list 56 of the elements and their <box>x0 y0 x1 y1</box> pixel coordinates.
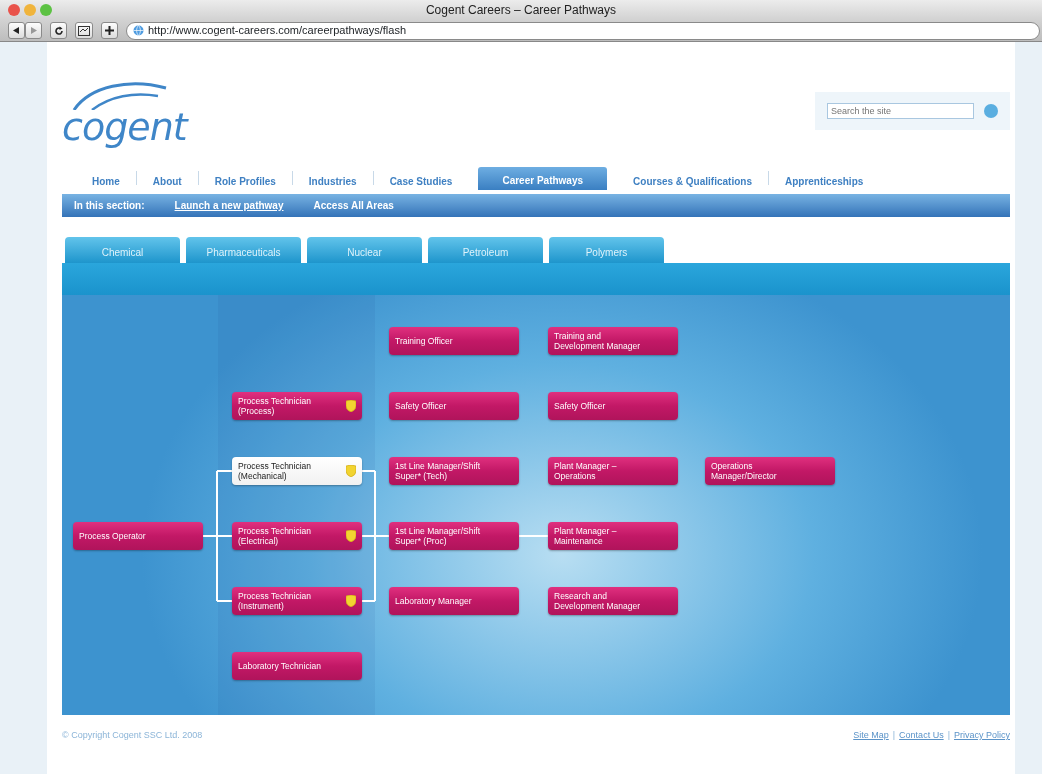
pathway-node[interactable]: Process Operator <box>73 522 203 550</box>
industry-tab[interactable]: Pharmaceuticals <box>186 237 301 263</box>
connector-line <box>518 535 549 537</box>
window-icon <box>78 25 90 36</box>
pathway-node[interactable]: Laboratory Manager <box>389 587 519 615</box>
globe-icon <box>133 25 144 36</box>
address-field[interactable]: http://www.cogent-careers.com/careerpathways/flash <box>126 21 1040 40</box>
pathway-node[interactable]: Plant Manager – Operations <box>548 457 678 485</box>
pathway-node[interactable]: Plant Manager – Maintenance <box>548 522 678 550</box>
pathway-node[interactable]: Laboratory Technician <box>232 652 362 680</box>
industry-tab[interactable]: Chemical <box>65 237 180 263</box>
nav-tab[interactable]: Apprenticeships <box>768 169 880 190</box>
section-link[interactable]: Access All Areas <box>313 198 394 213</box>
section-label: In this section: <box>74 199 145 213</box>
industry-tab[interactable]: Nuclear <box>307 237 422 263</box>
industry-tab[interactable]: Petroleum <box>428 237 543 263</box>
pathway-node[interactable]: Process Technician (Electrical) <box>232 522 362 550</box>
pathway-node[interactable]: Safety Officer <box>548 392 678 420</box>
nav-tab[interactable]: Role Profiles <box>198 169 292 190</box>
zoom-button[interactable] <box>40 4 52 16</box>
nav-tab[interactable]: About <box>136 169 198 190</box>
section-link[interactable]: Launch a new pathway <box>174 198 284 213</box>
pathway-node[interactable]: Training and Development Manager <box>548 327 678 355</box>
plus-icon <box>105 26 114 35</box>
reload-button[interactable] <box>50 22 67 39</box>
pathway-node[interactable]: 1st Line Manager/Shift Super* (Proc) <box>389 522 519 550</box>
reload-icon <box>53 25 64 36</box>
back-button[interactable] <box>8 22 25 39</box>
pathway-node[interactable]: 1st Line Manager/Shift Super* (Tech) <box>389 457 519 485</box>
add-bookmark-button[interactable] <box>101 22 118 39</box>
window-title: Cogent Careers – Career Pathways <box>425 2 617 19</box>
pathway-node[interactable]: Research and Development Manager <box>548 587 678 615</box>
pathway-node[interactable]: Training Officer <box>389 327 519 355</box>
pathway-node[interactable]: Safety Officer <box>389 392 519 420</box>
footer-link[interactable]: Privacy Policy <box>954 729 1010 755</box>
pathway-node[interactable]: Process Technician (Process) <box>232 392 362 420</box>
back-icon <box>12 26 21 35</box>
footer-link[interactable]: Site Map <box>853 729 889 755</box>
link-separator: | <box>892 729 896 742</box>
forward-icon <box>29 26 38 35</box>
nav-tab[interactable]: Case Studies <box>373 169 469 190</box>
close-button[interactable] <box>8 4 20 16</box>
snapback-button[interactable] <box>75 22 93 39</box>
industry-tab[interactable]: Polymers <box>549 237 664 263</box>
nav-tab[interactable]: Industries <box>292 169 373 190</box>
search-field[interactable]: Search the site <box>827 103 974 119</box>
nav-tab[interactable]: Home <box>76 169 136 190</box>
nav-tab[interactable]: Courses & Qualifications <box>617 169 768 190</box>
search-button[interactable] <box>984 104 998 118</box>
nav-tab[interactable]: Career Pathways <box>478 167 608 190</box>
pathway-node[interactable]: Operations Manager/Director <box>705 457 835 485</box>
link-separator: | <box>947 729 950 742</box>
footer-link[interactable]: Contact Us <box>899 729 944 755</box>
copyright-text: © Copyright Cogent SSC Ltd. 2008 <box>62 729 203 742</box>
pathway-node[interactable]: Process Technician (Mechanical) <box>232 457 362 485</box>
pathway-node[interactable]: Process Technician (Instrument) <box>232 587 362 615</box>
